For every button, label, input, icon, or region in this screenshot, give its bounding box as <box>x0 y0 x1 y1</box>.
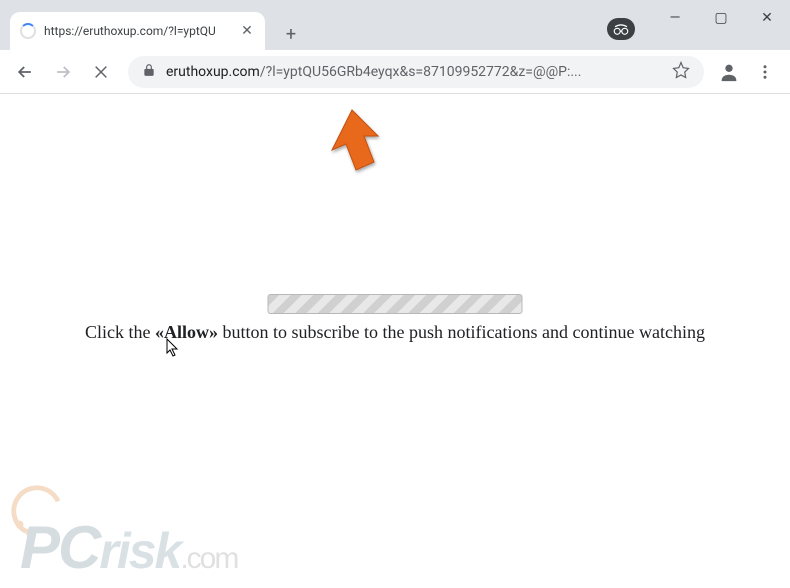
arrow-pointer-icon <box>322 108 382 182</box>
page-content: Click the «Allow» button to subscribe to… <box>0 94 790 588</box>
address-bar[interactable]: eruthoxup.com/?l=yptQU56GRb4eyqx&s=87109… <box>128 56 704 88</box>
close-window-button[interactable]: ✕ <box>744 0 790 36</box>
toolbar: eruthoxup.com/?l=yptQU56GRb4eyqx&s=87109… <box>0 50 790 94</box>
minimize-button[interactable]: — <box>652 0 698 36</box>
menu-button[interactable] <box>748 55 782 89</box>
profile-button[interactable] <box>714 57 744 87</box>
maximize-button[interactable]: ▢ <box>698 0 744 36</box>
lock-icon <box>142 62 156 81</box>
loading-bar <box>268 294 523 314</box>
loading-spinner-icon <box>20 23 36 39</box>
instruction-message: Click the «Allow» button to subscribe to… <box>0 322 790 343</box>
watermark: PCrisk.com <box>20 513 390 582</box>
window-controls: — ▢ ✕ <box>652 0 790 44</box>
stop-reload-button[interactable] <box>84 55 118 89</box>
titlebar: https://eruthoxup.com/?l=yptQU ✕ + — ▢ ✕ <box>0 0 790 50</box>
incognito-icon <box>607 18 635 40</box>
forward-button[interactable] <box>46 55 80 89</box>
browser-tab[interactable]: https://eruthoxup.com/?l=yptQU ✕ <box>10 12 265 50</box>
tab-strip: https://eruthoxup.com/?l=yptQU ✕ + <box>0 0 305 50</box>
back-button[interactable] <box>8 55 42 89</box>
tab-title: https://eruthoxup.com/?l=yptQU <box>44 24 231 38</box>
close-tab-button[interactable]: ✕ <box>239 23 255 39</box>
new-tab-button[interactable]: + <box>277 20 305 48</box>
bookmark-star-icon[interactable] <box>672 61 690 83</box>
url-text: eruthoxup.com/?l=yptQU56GRb4eyqx&s=87109… <box>166 64 662 80</box>
cursor-icon <box>166 338 182 362</box>
